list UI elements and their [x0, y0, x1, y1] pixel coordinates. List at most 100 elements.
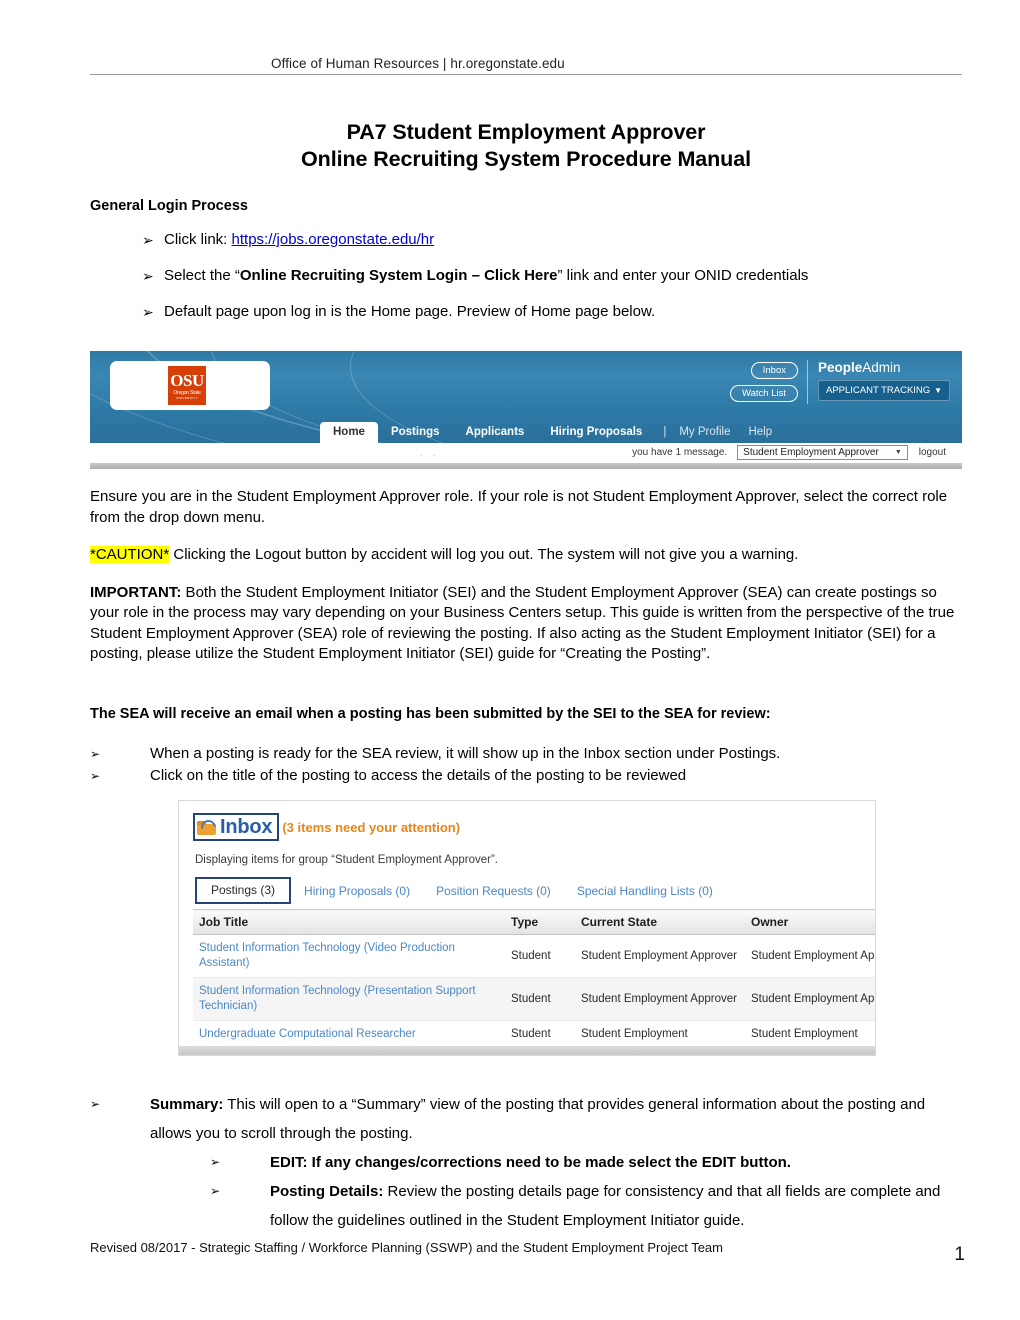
list-item: ➢ Click link: https://jobs.oregonstate.e…	[90, 230, 965, 250]
important-label: IMPORTANT:	[90, 583, 182, 601]
page-number: 1	[954, 1244, 965, 1265]
table-row: Undergraduate Computational Researcher S…	[193, 1020, 875, 1049]
cell-owner: Student Employment Approver	[745, 977, 875, 1021]
sea-bullet-2: Click on the title of the posting to acc…	[150, 767, 687, 784]
nav-link-help[interactable]: Help	[739, 422, 781, 443]
inbox-group-subtitle: Displaying items for group “Student Empl…	[195, 854, 498, 866]
footer-revision-text: Revised 08/2017 - Strategic Staffing / W…	[90, 1240, 723, 1255]
posting-title-link[interactable]: Student Information Technology (Video Pr…	[199, 942, 455, 969]
cell-current-state: Student Employment Approver	[575, 934, 745, 978]
inbox-pill-button[interactable]: Inbox	[750, 362, 798, 379]
osu-logo-subtext-2: UNIVERSITY	[175, 395, 198, 400]
nav-tab-home[interactable]: Home	[320, 422, 378, 443]
caution-paragraph: *CAUTION* Clicking the Logout button by …	[90, 545, 965, 566]
watch-list-pill-button[interactable]: Watch List	[730, 385, 798, 402]
posting-title-link[interactable]: Undergraduate Computational Researcher	[199, 1028, 416, 1040]
brand-bold: People	[818, 360, 863, 375]
click-link-prefix: Click link:	[164, 231, 232, 248]
column-header-job-title[interactable]: Job Title	[193, 909, 505, 935]
list-item: ➢ Default page upon log in is the Home p…	[90, 302, 965, 322]
inbox-header: Inbox (3 items need your attention)	[193, 813, 861, 841]
nav-link-my-profile[interactable]: My Profile	[670, 422, 739, 443]
list-item: ➢ Summary: This will open to a “Summary”…	[90, 1090, 965, 1148]
peopleadmin-brand: PeopleAdmin	[818, 360, 950, 375]
login-bullet-list: ➢ Click link: https://jobs.oregonstate.e…	[90, 230, 965, 322]
message-count-text: you have 1 message.	[632, 447, 728, 458]
cell-job-title: Undergraduate Computational Researcher	[193, 1020, 505, 1049]
osu-logo-text: OSU	[170, 370, 204, 390]
nav-tab-hiring-proposals[interactable]: Hiring Proposals	[537, 422, 655, 443]
inbox-screenshot-inner: Inbox (3 items need your attention) Disp…	[179, 801, 875, 1049]
edit-text: If any changes/corrections need to be ma…	[307, 1154, 791, 1171]
section-heading-general-login: General Login Process	[90, 198, 248, 214]
select-the-prefix: Select the “	[164, 267, 240, 284]
osu-logo-card: OSU Oregon State UNIVERSITY	[110, 361, 270, 410]
cell-type: Student	[505, 1020, 575, 1049]
bullet-arrow-icon: ➢	[142, 304, 154, 320]
ensure-role-paragraph: Ensure you are in the Student Employment…	[90, 488, 948, 526]
sea-bullet-1: When a posting is ready for the SEA revi…	[150, 745, 781, 762]
posting-title-link[interactable]: Student Information Technology (Presenta…	[199, 985, 476, 1012]
module-selector[interactable]: APPLICANT TRACKING ▼	[818, 380, 950, 401]
tab-postings[interactable]: Postings (3)	[195, 877, 292, 904]
sea-email-heading: The SEA will receive an email when a pos…	[90, 706, 771, 722]
list-item: ➢ EDIT: If any changes/corrections need …	[90, 1148, 965, 1177]
edit-label: EDIT:	[270, 1154, 308, 1171]
tab-hiring-proposals[interactable]: Hiring Proposals (0)	[291, 879, 423, 904]
inbox-annotation-box: Inbox	[193, 813, 280, 841]
nav-separator: |	[663, 426, 667, 438]
bullet-arrow-icon: ➢	[90, 769, 101, 783]
list-item: ➢ When a posting is ready for the SEA re…	[90, 744, 965, 764]
inbox-tab-bar: Postings (3) Hiring Proposals (0) Positi…	[195, 877, 861, 904]
peopleadmin-banner-screenshot: OSU Oregon State UNIVERSITY Inbox Watch …	[90, 351, 962, 469]
page-title: PA7 Student Employment Approver Online R…	[90, 119, 962, 173]
peopleadmin-blue-header: OSU Oregon State UNIVERSITY Inbox Watch …	[90, 351, 962, 443]
sea-bullet-list: ➢ When a posting is ready for the SEA re…	[90, 744, 965, 786]
jobs-portal-link[interactable]: https://jobs.oregonstate.edu/hr	[232, 231, 435, 248]
post-banner-paragraphs: Ensure you are in the Student Employment…	[90, 487, 965, 665]
osu-logo-icon: OSU Oregon State UNIVERSITY	[168, 366, 206, 405]
login-bullet-2-suffix: ” link and enter your ONID credentials	[557, 267, 809, 284]
column-header-current-state[interactable]: Current State	[575, 909, 745, 935]
inbox-title: Inbox	[220, 816, 273, 838]
login-bullet-1: Click link: https://jobs.oregonstate.edu…	[164, 230, 965, 250]
cell-job-title: Student Information Technology (Presenta…	[193, 977, 505, 1021]
posting-details-label: Posting Details:	[270, 1183, 384, 1200]
caution-text: Clicking the Logout button by accident w…	[169, 546, 799, 563]
column-header-type[interactable]: Type	[505, 909, 575, 935]
nav-tab-postings[interactable]: Postings	[378, 422, 453, 443]
cell-job-title: Student Information Technology (Video Pr…	[193, 934, 505, 978]
running-header: Office of Human Resources | hr.oregonsta…	[90, 56, 962, 75]
running-header-text: Office of Human Resources | hr.oregonsta…	[271, 56, 565, 71]
role-select-value: Student Employment Approver	[743, 447, 879, 458]
logout-link[interactable]: logout	[919, 447, 946, 458]
sea-email-section: The SEA will receive an email when a pos…	[90, 706, 965, 786]
login-link-label: Online Recruiting System Login – Click H…	[239, 267, 558, 284]
login-bullet-2: Select the “Online Recruiting System Log…	[164, 266, 965, 286]
tab-special-handling-lists[interactable]: Special Handling Lists (0)	[564, 879, 726, 904]
list-item: ➢ Posting Details: Review the posting de…	[90, 1177, 965, 1235]
banner-divider	[807, 360, 808, 404]
tab-position-requests[interactable]: Position Requests (0)	[423, 879, 564, 904]
caution-label: *CAUTION*	[90, 546, 170, 563]
bullet-arrow-icon: ➢	[142, 268, 154, 284]
role-select[interactable]: Student Employment Approver ▼	[737, 445, 908, 460]
title-line-2: Online Recruiting System Procedure Manua…	[301, 147, 751, 171]
header-divider	[90, 74, 962, 75]
peopleadmin-gray-bar	[90, 462, 962, 469]
summary-section: ➢ Summary: This will open to a “Summary”…	[90, 1090, 965, 1235]
title-line-1: PA7 Student Employment Approver	[346, 120, 706, 144]
inbox-screenshot: Inbox (3 items need your attention) Disp…	[178, 800, 876, 1056]
screenshot-bottom-edge	[179, 1046, 875, 1055]
column-header-owner[interactable]: Owner	[745, 909, 875, 935]
document-page: Office of Human Resources | hr.oregonsta…	[0, 0, 1020, 1320]
nav-tab-applicants[interactable]: Applicants	[453, 422, 538, 443]
module-selector-label: APPLICANT TRACKING	[826, 385, 931, 396]
banner-pill-group: Inbox Watch List	[730, 360, 798, 402]
list-item: ➢ Select the “Online Recruiting System L…	[90, 266, 965, 286]
bullet-arrow-icon: ➢	[90, 1097, 101, 1111]
summary-bullet: Summary: This will open to a “Summary” v…	[150, 1090, 965, 1148]
table-header-row: Job Title Type Current State Owner	[193, 909, 875, 935]
inbox-attention-count: (3 items need your attention)	[282, 819, 461, 835]
login-bullet-3: Default page upon log in is the Home pag…	[164, 303, 656, 320]
